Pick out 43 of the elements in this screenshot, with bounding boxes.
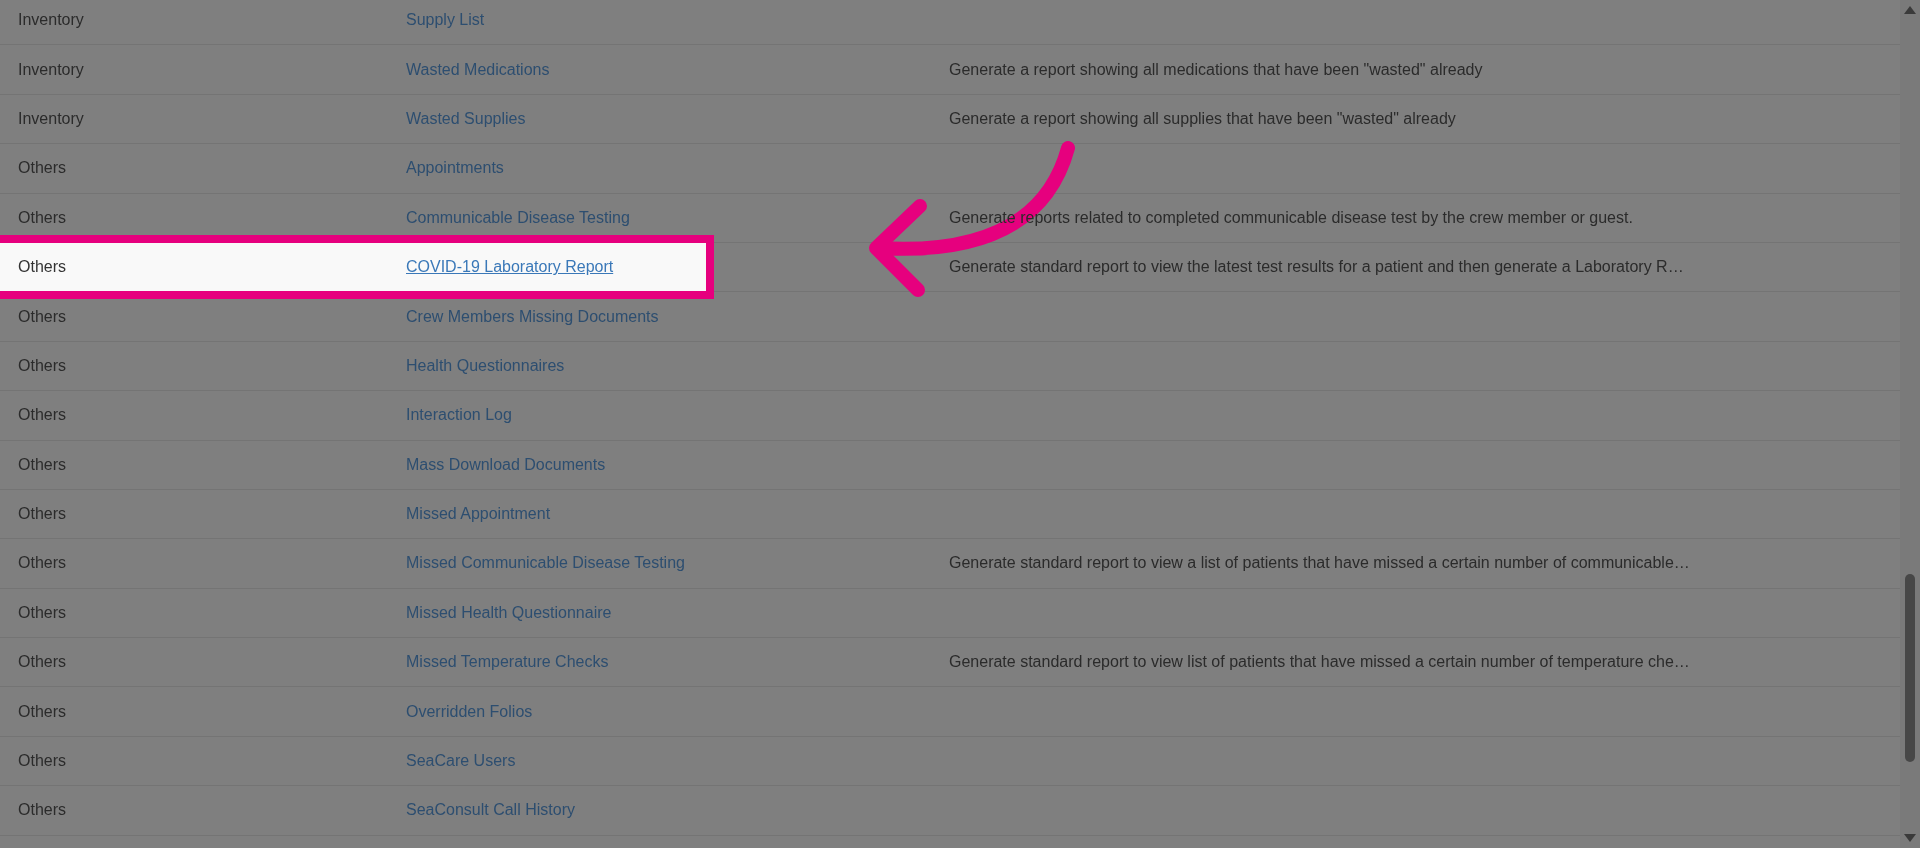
category-cell-text: Others: [17, 258, 67, 277]
description-cell: Generate a report showing all supplies that have been "wasted" already: [949, 109, 1456, 128]
category-cell-text: Others: [17, 505, 67, 524]
report-link[interactable]: Wasted Supplies: [406, 109, 526, 127]
report-link[interactable]: Overridden Folios: [406, 702, 533, 720]
category-cell-text: Inventory: [17, 11, 85, 30]
category-cell-text: Others: [17, 455, 67, 474]
report-link[interactable]: Supply List: [406, 11, 485, 29]
report-link[interactable]: Appointments: [406, 159, 504, 177]
report-link[interactable]: Health Questionnaires: [406, 356, 565, 374]
description-cell: Generate a report showing all medications that have been "wasted" already: [949, 60, 1483, 79]
category-cell-text: Others: [17, 603, 67, 622]
category-cell-text: Others: [17, 356, 67, 375]
report-link[interactable]: Missed Temperature Checks: [406, 653, 609, 671]
report-link[interactable]: Missed Health Questionnaire: [406, 603, 612, 621]
category-cell-text: Others: [17, 406, 67, 425]
description-cell: Generate standard report to view the latest test results for a patient and then generate a Laboratory R…: [949, 258, 1684, 277]
category-cell-text: Others: [17, 159, 67, 178]
scrollbar-thumb[interactable]: [1905, 574, 1915, 762]
report-link[interactable]: SeaConsult Call History: [406, 801, 575, 819]
category-cell-text: Others: [17, 801, 67, 820]
report-link[interactable]: Interaction Log: [406, 406, 512, 424]
category-cell-text: Others: [17, 752, 67, 771]
report-link[interactable]: Missed Appointment: [406, 505, 551, 523]
report-link[interactable]: Mass Download Documents: [406, 455, 606, 473]
category-cell-text: Others: [17, 307, 67, 326]
category-cell-text: Others: [17, 653, 67, 672]
report-link[interactable]: Communicable Disease Testing: [406, 208, 630, 226]
report-link[interactable]: Wasted Medications: [406, 60, 550, 78]
report-link[interactable]: COVID-19 Laboratory Report: [406, 258, 614, 276]
report-link[interactable]: Crew Members Missing Documents: [406, 307, 659, 325]
category-cell-text: Others: [17, 554, 67, 573]
scroll-up-icon[interactable]: [1904, 6, 1916, 14]
report-link[interactable]: SeaCare Users: [406, 752, 516, 770]
description-cell: Generate standard report to view a list of patients that have missed a certain number of communicable…: [949, 554, 1690, 573]
category-cell-text: Others: [17, 208, 67, 227]
category-cell-text: Inventory: [17, 109, 85, 128]
category-cell-text: Inventory: [17, 60, 85, 79]
category-cell-text: Others: [17, 702, 67, 721]
report-link[interactable]: Missed Communicable Disease Testing: [406, 554, 685, 572]
scroll-down-icon[interactable]: [1904, 834, 1916, 842]
scrollbar[interactable]: [1900, 0, 1920, 848]
description-cell: Generate standard report to view list of patients that have missed a certain number of temperature che…: [949, 653, 1690, 672]
